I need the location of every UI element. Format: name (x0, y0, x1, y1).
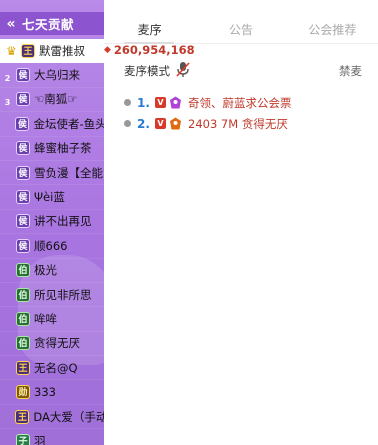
top-contributor-score: ◆ 260,954,168 (104, 42, 195, 58)
rank-user-name: 羽 (34, 433, 46, 445)
mic-queue-list: 1. V 奇领、蔚蓝求公会票 2. V 2403 7M 贪得无厌 (124, 92, 374, 134)
crown-icon: ♛ (6, 43, 17, 58)
rank-user-name: 雪负漫【全能 (34, 165, 103, 180)
noble-badge-icon: 侯 (15, 116, 30, 131)
rank-user-name: 贪得无厌 (34, 336, 80, 351)
rank-header: « 七天贡献 (0, 12, 104, 35)
rank-place (0, 116, 14, 132)
rank-place (0, 335, 15, 351)
noble-badge-icon: 侯 (16, 92, 30, 107)
vip-icon: V (155, 118, 166, 129)
tab-active-indicator (124, 42, 174, 44)
noble-badge-icon: 侯 (16, 238, 30, 253)
rank-place (0, 238, 15, 254)
noble-badge-icon: 侯 (16, 68, 30, 83)
noble-badge-icon: 伯 (16, 311, 30, 326)
rank-place (0, 287, 15, 303)
noble-badge-icon: 伯 (16, 263, 30, 278)
rank-user-name: 所见非所思 (34, 287, 92, 302)
rank-row[interactable]: 侯蜂蜜柚子茶 (0, 137, 104, 161)
rank-user-name: 极光 (34, 263, 57, 278)
rank-row[interactable]: 伯极光 (0, 259, 104, 283)
noble-badge-icon: 子 (16, 433, 30, 445)
rank-user-name: 无名@Q (34, 360, 78, 375)
tab-guild-recommend[interactable]: 公会推荐 (287, 17, 378, 43)
rank-place (0, 311, 15, 327)
status-dot (124, 120, 131, 127)
rank-row[interactable]: 侯顺666 (0, 234, 104, 259)
rank-title: 七天贡献 (22, 17, 75, 32)
double-chevron-left-icon[interactable]: « (0, 16, 22, 32)
level-icon (170, 117, 181, 130)
rank-row[interactable]: ♛ 王默雷推叔 (0, 39, 104, 64)
rank-row[interactable]: 王无名@Q (0, 356, 104, 381)
rank-row[interactable]: 王 DA大爱（手动 (0, 405, 104, 430)
noble-badge-icon: 伯 (16, 287, 30, 302)
rank-row[interactable]: 伯贪得无厌 (0, 332, 104, 357)
rank-row[interactable]: 2 侯大乌归来 (0, 63, 104, 88)
rank-row[interactable]: 伯所见非所思 (0, 283, 104, 308)
rank-row[interactable]: 侯雪负漫【全能 (0, 161, 104, 186)
rank-user-name: 顺666 (34, 238, 68, 253)
level-icon (170, 96, 181, 109)
rank-user-name: ☜南狐☞ (34, 92, 78, 107)
queue-user-name: 奇领、蔚蓝求公会票 (188, 95, 292, 110)
rank-user-name: DA大爱（手动 (33, 409, 104, 424)
noble-badge-icon: 侯 (16, 141, 30, 156)
rank-place (0, 384, 15, 400)
noble-badge-icon: 勋 (16, 385, 30, 400)
rank-user-name: 讲不出再见 (34, 214, 92, 229)
rank-row[interactable]: 侯金坛使者-鱼头 (0, 112, 104, 137)
noble-badge-icon: 侯 (16, 214, 30, 229)
noble-badge-icon: 王 (16, 360, 30, 375)
rank-place (0, 213, 15, 229)
queue-number: 2. (137, 116, 150, 131)
tab-mic-order[interactable]: 麦序 (104, 17, 195, 43)
rank-place (0, 189, 15, 205)
noble-badge-icon: 伯 (16, 336, 30, 351)
queue-number: 1. (137, 95, 150, 110)
rank-user-name: 哞哞 (34, 311, 57, 326)
queue-user-name: 2403 7M 贪得无厌 (188, 116, 288, 131)
status-dot (124, 99, 131, 106)
rank-row[interactable]: 勋 333 (0, 380, 104, 405)
tab-announcement[interactable]: 公告 (195, 17, 286, 43)
rank-place (0, 409, 14, 425)
rank-row[interactable]: 侯讲不出再见 (0, 210, 104, 235)
rank-row[interactable]: 3 侯 ☜南狐☞ (0, 88, 104, 113)
score-value: 260,954,168 (113, 43, 195, 57)
rank-place (0, 262, 15, 278)
rank-user-name: 金坛使者-鱼头 (33, 116, 104, 131)
rank-user-name: 大乌归来 (34, 68, 80, 83)
rank-place (0, 165, 15, 181)
ban-mic-button[interactable]: 禁麦 (339, 63, 362, 79)
noble-badge-icon: 王 (21, 43, 35, 58)
tab-bar: 麦序 公告 公会推荐 (104, 17, 378, 43)
noble-badge-icon: 侯 (16, 190, 30, 205)
rank-place (0, 433, 15, 445)
rank-place: 3 (4, 98, 11, 108)
rank-place: 2 (4, 74, 11, 84)
rank-list: ♛ 王默雷推叔 2 侯大乌归来 3 侯 ☜南狐☞ 侯金坛使者-鱼头侯蜂蜜柚子茶侯雪负漫【全能侯… (0, 39, 104, 445)
rank-row[interactable]: 伯哞哞 (0, 307, 104, 332)
queue-row[interactable]: 1. V 奇领、蔚蓝求公会票 (124, 92, 374, 113)
rank-user-name: 蜂蜜柚子茶 (34, 141, 92, 156)
rank-row[interactable]: 子羽 (0, 429, 104, 445)
rank-user-name: 333 (34, 385, 56, 400)
queue-row[interactable]: 2. V 2403 7M 贪得无厌 (124, 113, 374, 134)
noble-badge-icon: 王 (15, 409, 30, 424)
mic-mode-label: 麦序模式 (124, 64, 170, 78)
mic-mode-row: 麦序模式 禁麦 (104, 60, 378, 80)
rank-place (0, 140, 15, 156)
mic-muted-icon[interactable] (176, 61, 190, 78)
noble-badge-icon: 侯 (16, 165, 30, 180)
rank-place (0, 360, 15, 376)
diamond-icon: ◆ (104, 45, 111, 55)
contribution-rank-panel: « 七天贡献 ♛ 王默雷推叔 2 侯大乌归来 3 侯 ☜南狐☞ 侯金坛使者-鱼头侯蜂蜜柚子茶侯… (0, 0, 104, 445)
vip-icon: V (155, 97, 166, 108)
rank-user-name: 默雷推叔 (39, 43, 85, 58)
rank-user-name: Ψèi蓝 (34, 190, 65, 205)
rank-row[interactable]: 侯 Ψèi蓝 (0, 185, 104, 210)
